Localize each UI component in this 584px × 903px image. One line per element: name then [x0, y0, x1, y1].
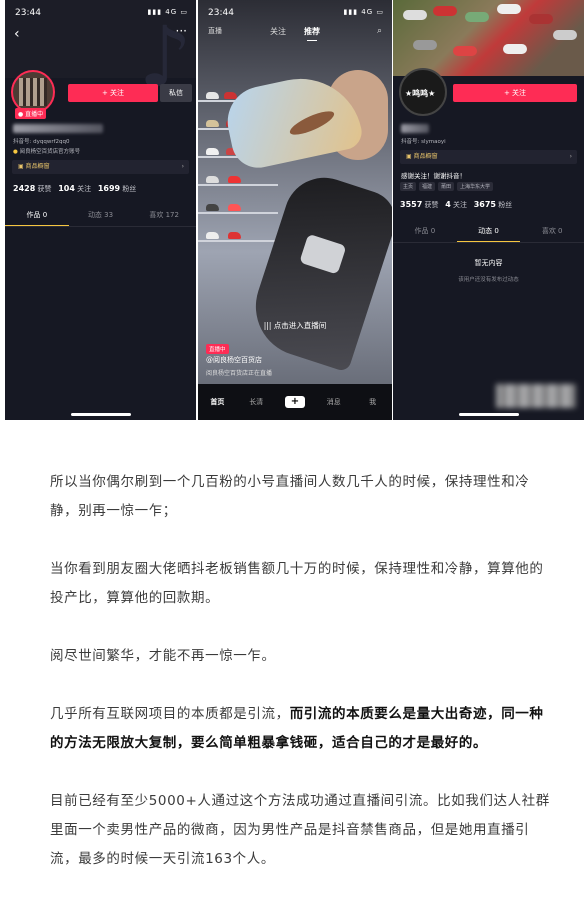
status-time: 23:44 [208, 8, 234, 18]
shoe [206, 204, 219, 211]
status-time: 23:44 [15, 8, 41, 18]
paragraph: 当你看到朋友圈大佬晒抖老板销售额几十万的时候，保持理性和冷静，算算他的投产比，算… [50, 561, 544, 606]
paragraph: 所以当你偶尔刷到一个几百粉的小号直播间人数几千人的时候，保持理性和冷静，别再一惊… [50, 474, 530, 519]
article-body: 所以当你偶尔刷到一个几百粉的小号直播间人数几千人的时候，保持理性和冷静，别再一惊… [50, 468, 550, 903]
profile-tabs: 作品 0 动态 33 喜欢 172 [5, 210, 196, 227]
shop-icon: ▣ [18, 163, 24, 170]
chevron-right-icon: › [181, 163, 184, 170]
home-indicator [458, 413, 519, 416]
shoe [206, 176, 219, 183]
message-button[interactable]: 私信 [160, 84, 192, 102]
tag: 主页 [400, 182, 417, 191]
profile-screen-1: ♪ 23:44 ▮▮▮ 4G ▭ ‹ ··· ● 直播中 + 关注 私信 抖音号… [5, 0, 196, 420]
tab-likes[interactable]: 喜欢 0 [520, 226, 584, 243]
profile-screen-2: ★鸣鸣★ + 关注 抖音号: slymaoyi ▣ 商品橱窗 › 感谢关注！谢谢抖… [393, 0, 584, 420]
shoe [228, 232, 241, 239]
paragraph-text: 几乎所有互联网项目的本质都是引流， [50, 706, 290, 722]
search-icon[interactable]: ⌕ [377, 26, 382, 36]
enter-live-room-button[interactable]: ||| 点击进入直播间 [198, 320, 392, 331]
tab-works[interactable]: 作品 0 [5, 210, 69, 227]
nav-messages[interactable]: 消息 [314, 397, 353, 407]
streamer-name[interactable]: @阅良杨空百货店 [206, 355, 262, 365]
chevron-right-icon: › [569, 153, 572, 160]
tag: 上海华东大学 [457, 182, 494, 191]
back-icon[interactable]: ‹ [14, 26, 20, 42]
follow-button[interactable]: + 关注 [453, 84, 577, 102]
stream-description: 阅良杨空百货店正在直播 [206, 370, 273, 377]
verified-label: ● 阅良杨空百货店官方账号 [13, 149, 81, 155]
tab-divider [5, 226, 196, 227]
bottom-nav: 首页 长清 + 消息 我 [198, 384, 392, 420]
shelf [198, 212, 278, 214]
tag: 福建 [419, 182, 436, 191]
screenshot-strip: ♪ 23:44 ▮▮▮ 4G ▭ ‹ ··· ● 直播中 + 关注 私信 抖音号… [0, 0, 584, 420]
paragraph: 阅尽世间繁华，才能不再一惊一乍。 [50, 648, 276, 664]
douyin-id: 抖音号: slymaoyi [401, 139, 446, 145]
tab-dynamic[interactable]: 动态 0 [456, 226, 521, 243]
tab-likes[interactable]: 喜欢 172 [132, 210, 196, 227]
tab-dynamic[interactable]: 动态 33 [69, 210, 133, 227]
shop-icon: ▣ [406, 153, 412, 160]
live-badge: ● 直播中 [15, 108, 47, 119]
verified-icon: ● [13, 149, 18, 155]
live-feed-screen: 23:44 ▮▮▮ 4G ▭ 直播 关注 推荐 ⌕ ||| 点击进入直播间 直播… [198, 0, 392, 420]
nav-city[interactable]: 长清 [237, 397, 276, 407]
tab-following[interactable]: 关注 [270, 26, 286, 37]
paragraph: 几乎所有互联网项目的本质都是引流，而引流的本质要么是量大出奇迹，同一种的方法无限… [50, 700, 550, 758]
shoe [206, 232, 219, 239]
status-bar: 23:44 ▮▮▮ 4G ▭ [15, 8, 188, 18]
shop-window-row[interactable]: ▣ 商品橱窗 › [12, 160, 189, 174]
profile-stats: 2428 获赞 104 关注 1699 粉丝 [13, 184, 137, 193]
nav-home[interactable]: 首页 [198, 397, 237, 407]
live-entry[interactable]: 直播 [208, 26, 222, 36]
tab-works[interactable]: 作品 0 [393, 226, 457, 243]
nav-me[interactable]: 我 [353, 397, 392, 407]
follow-button[interactable]: + 关注 [68, 84, 158, 102]
tab-divider [393, 242, 584, 243]
bio: 感谢关注！谢谢抖音！ [401, 172, 466, 180]
shoe [206, 148, 219, 155]
nav-create[interactable]: + [276, 396, 315, 408]
profile-banner [393, 0, 584, 76]
empty-state-title: 暂无内容 [474, 259, 503, 267]
tab-recommend[interactable]: 推荐 [304, 26, 320, 41]
shelf [198, 240, 278, 242]
shoe [206, 92, 219, 99]
signal-indicator: ▮▮▮ 4G ▭ [343, 8, 384, 16]
username-blurred [13, 124, 103, 133]
profile-stats: 3557 获赞 4 关注 3675 粉丝 [400, 200, 513, 209]
signal-indicator: ▮▮▮ 4G ▭ [147, 8, 188, 16]
empty-state-subtitle: 该用户还没有发布过动态 [458, 277, 519, 283]
username-blurred [401, 124, 429, 133]
profile-tabs: 作品 0 动态 0 喜欢 0 [393, 226, 584, 243]
tag: 莆田 [438, 182, 455, 191]
shop-window-row[interactable]: ▣ 商品橱窗 › [400, 150, 577, 164]
paragraph: 目前已经有至少5000+人通过这个方法成功通过直播间引流。比如我们达人社群里面一… [50, 793, 550, 867]
live-badge: 直播中 [206, 344, 229, 354]
profile-tags: 主页 福建 莆田 上海华东大学 [400, 182, 494, 191]
plus-icon: + [284, 396, 305, 408]
more-icon[interactable]: ··· [176, 24, 187, 38]
home-indicator [70, 413, 131, 416]
shoe [206, 120, 219, 127]
status-bar: 23:44 ▮▮▮ 4G ▭ [208, 8, 384, 18]
blurred-watermark [496, 384, 576, 408]
avatar[interactable]: ★鸣鸣★ [399, 68, 447, 116]
douyin-id: 抖音号: dyqqwrf2qq0 [13, 139, 70, 145]
